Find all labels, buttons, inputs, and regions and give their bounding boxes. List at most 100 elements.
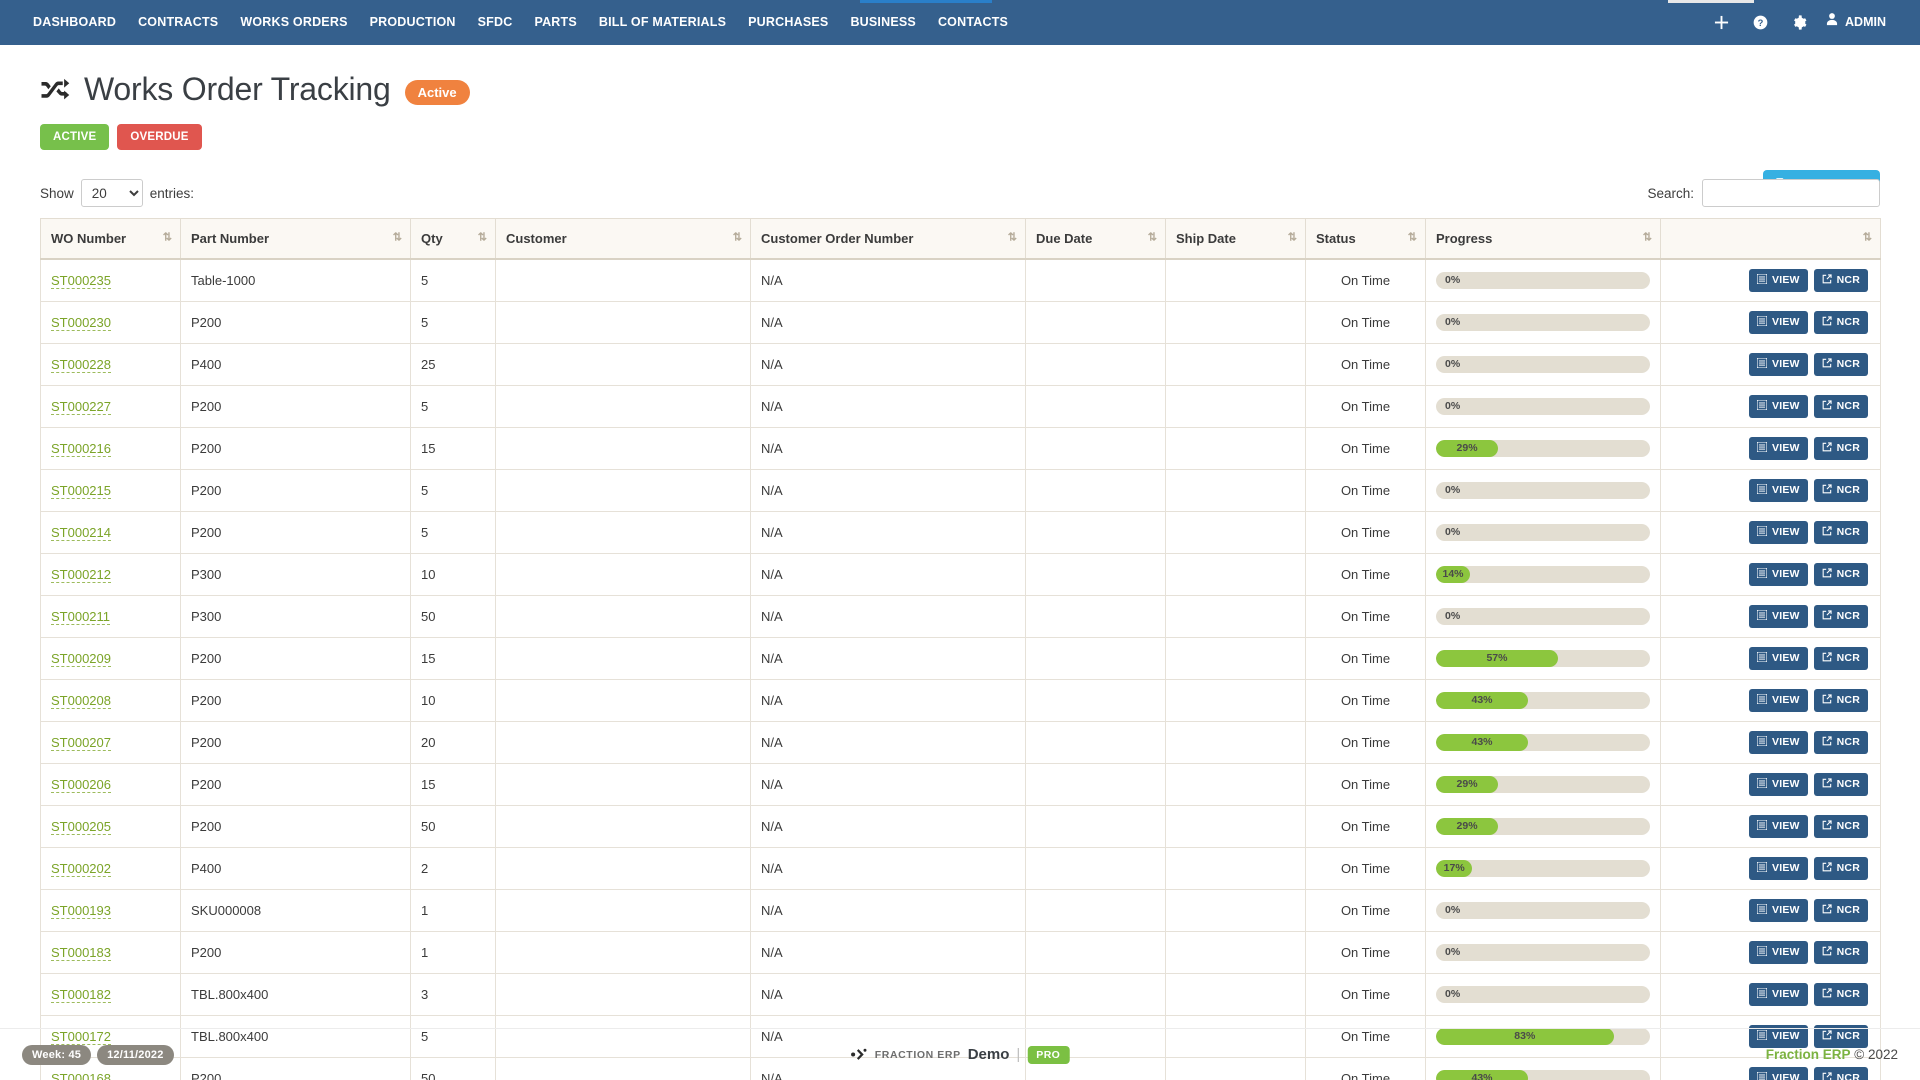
ncr-button[interactable]: NCR — [1813, 898, 1868, 922]
cell-customer — [495, 636, 751, 680]
ncr-button[interactable]: NCR — [1813, 436, 1868, 460]
cell-ship-date — [1165, 804, 1306, 848]
nav-item-contacts[interactable]: CONTACTS — [927, 0, 1019, 45]
view-button[interactable]: VIEW — [1749, 310, 1808, 334]
wo-number-link[interactable]: ST000211 — [51, 608, 111, 625]
view-button-label: VIEW — [1772, 694, 1800, 706]
column-header-progress[interactable]: Progress ⇅ — [1425, 218, 1661, 260]
wo-number-link[interactable]: ST000193 — [51, 902, 111, 919]
filter-active-button[interactable]: ACTIVE — [40, 124, 110, 150]
cell-progress: 0% — [1425, 888, 1661, 932]
column-header-customer-order[interactable]: Customer Order Number ⇅ — [750, 218, 1026, 260]
wo-number-link[interactable]: ST000183 — [51, 944, 111, 961]
nav-item-purchases[interactable]: PURCHASES — [737, 0, 839, 45]
cell-part-number: P200 — [180, 636, 411, 680]
plus-icon[interactable] — [1702, 15, 1741, 30]
cell-customer — [495, 510, 751, 554]
column-header-customer[interactable]: Customer ⇅ — [495, 218, 751, 260]
column-header-due-date[interactable]: Due Date ⇅ — [1025, 218, 1166, 260]
ncr-button[interactable]: NCR — [1813, 562, 1868, 586]
ncr-button[interactable]: NCR — [1813, 478, 1868, 502]
view-button[interactable]: VIEW — [1749, 562, 1808, 586]
column-header-actions[interactable]: ⇅ — [1660, 218, 1881, 260]
wo-number-link[interactable]: ST000182 — [51, 986, 111, 1003]
view-button[interactable]: VIEW — [1749, 604, 1808, 628]
ncr-button[interactable]: NCR — [1813, 352, 1868, 376]
search-input[interactable] — [1702, 179, 1880, 207]
view-button[interactable]: VIEW — [1749, 688, 1808, 712]
nav-item-sfdc[interactable]: SFDC — [467, 0, 524, 45]
column-header-ship-date[interactable]: Ship Date ⇅ — [1165, 218, 1306, 260]
view-button[interactable]: VIEW — [1749, 478, 1808, 502]
view-button[interactable]: VIEW — [1749, 730, 1808, 754]
nav-item-contracts[interactable]: CONTRACTS — [127, 0, 229, 45]
column-header-wo-number[interactable]: WO Number ⇅ — [40, 218, 181, 260]
ncr-button[interactable]: NCR — [1813, 520, 1868, 544]
column-header-qty[interactable]: Qty ⇅ — [410, 218, 496, 260]
help-icon[interactable]: ? — [1741, 15, 1780, 30]
view-button[interactable]: VIEW — [1749, 394, 1808, 418]
view-button[interactable]: VIEW — [1749, 814, 1808, 838]
wo-number-link[interactable]: ST000227 — [51, 398, 111, 415]
nav-item-parts[interactable]: PARTS — [523, 0, 587, 45]
nav-item-bill-of-materials[interactable]: BILL OF MATERIALS — [588, 0, 737, 45]
ncr-button[interactable]: NCR — [1813, 856, 1868, 880]
page-length-select[interactable]: 102050100 — [80, 179, 143, 207]
view-button-label: VIEW — [1772, 652, 1800, 664]
cell-wo-number: ST000230 — [40, 300, 181, 344]
wo-number-link[interactable]: ST000215 — [51, 482, 111, 499]
cell-qty: 3 — [410, 972, 496, 1016]
cell-customer-order-number: N/A — [750, 258, 1026, 302]
ncr-button[interactable]: NCR — [1813, 310, 1868, 334]
wo-number-link[interactable]: ST000212 — [51, 566, 111, 583]
view-button[interactable]: VIEW — [1749, 856, 1808, 880]
nav-item-production[interactable]: PRODUCTION — [359, 0, 467, 45]
view-button[interactable]: VIEW — [1749, 940, 1808, 964]
cell-customer-order-number: N/A — [750, 888, 1026, 932]
filter-overdue-button[interactable]: OVERDUE — [117, 124, 202, 150]
cell-due-date — [1025, 426, 1166, 470]
nav-item-dashboard[interactable]: DASHBOARD — [22, 0, 127, 45]
view-button[interactable]: VIEW — [1749, 436, 1808, 460]
ncr-button[interactable]: NCR — [1813, 604, 1868, 628]
wo-number-link[interactable]: ST000230 — [51, 314, 111, 331]
progress-label: 29% — [1456, 778, 1478, 790]
ncr-button[interactable]: NCR — [1813, 940, 1868, 964]
wo-number-link[interactable]: ST000228 — [51, 356, 111, 373]
cell-qty: 1 — [410, 888, 496, 932]
cell-due-date — [1025, 762, 1166, 806]
ncr-button[interactable]: NCR — [1813, 814, 1868, 838]
ncr-button[interactable]: NCR — [1813, 688, 1868, 712]
column-label: Qty — [421, 230, 443, 246]
view-button[interactable]: VIEW — [1749, 982, 1808, 1006]
column-header-part-number[interactable]: Part Number ⇅ — [180, 218, 411, 260]
wo-number-link[interactable]: ST000235 — [51, 272, 111, 289]
ncr-button[interactable]: NCR — [1813, 268, 1868, 292]
nav-item-business[interactable]: BUSINESS — [839, 0, 927, 45]
view-button[interactable]: VIEW — [1749, 772, 1808, 796]
cell-customer-order-number: N/A — [750, 636, 1026, 680]
ncr-button[interactable]: NCR — [1813, 394, 1868, 418]
view-button[interactable]: VIEW — [1749, 646, 1808, 670]
ncr-button[interactable]: NCR — [1813, 772, 1868, 796]
nav-item-works-orders[interactable]: WORKS ORDERS — [229, 0, 358, 45]
cell-wo-number: ST000212 — [40, 552, 181, 596]
ncr-button[interactable]: NCR — [1813, 730, 1868, 754]
wo-number-link[interactable]: ST000216 — [51, 440, 111, 457]
wo-number-link[interactable]: ST000214 — [51, 524, 111, 541]
ncr-button[interactable]: NCR — [1813, 982, 1868, 1006]
view-button[interactable]: VIEW — [1749, 520, 1808, 544]
wo-number-link[interactable]: ST000208 — [51, 692, 111, 709]
wo-number-link[interactable]: ST000206 — [51, 776, 111, 793]
view-button[interactable]: VIEW — [1749, 268, 1808, 292]
gear-icon[interactable] — [1780, 15, 1819, 30]
ncr-button[interactable]: NCR — [1813, 646, 1868, 670]
wo-number-link[interactable]: ST000205 — [51, 818, 111, 835]
view-button[interactable]: VIEW — [1749, 352, 1808, 376]
wo-number-link[interactable]: ST000207 — [51, 734, 111, 751]
wo-number-link[interactable]: ST000209 — [51, 650, 111, 667]
view-button[interactable]: VIEW — [1749, 898, 1808, 922]
wo-number-link[interactable]: ST000202 — [51, 860, 111, 877]
column-header-status[interactable]: Status ⇅ — [1305, 218, 1426, 260]
user-menu[interactable]: ADMIN — [1819, 0, 1898, 45]
